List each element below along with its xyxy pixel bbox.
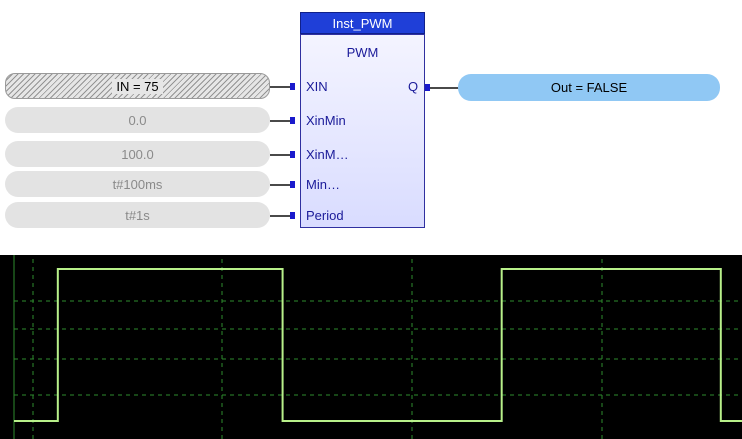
block-input-label-min-pulse: Min… bbox=[306, 177, 340, 192]
block-input-label-xinmax: XinM… bbox=[306, 147, 349, 162]
function-block-body[interactable] bbox=[300, 34, 425, 228]
wire-period bbox=[270, 215, 292, 217]
input-value-min-pulse[interactable]: t#100ms bbox=[5, 171, 270, 197]
pin-xinmax[interactable] bbox=[290, 151, 295, 158]
signal-scope bbox=[0, 255, 742, 439]
pin-min-pulse[interactable] bbox=[290, 181, 295, 188]
scope-trace-series-0 bbox=[14, 268, 742, 422]
function-block-instance-name[interactable]: Inst_PWM bbox=[300, 12, 425, 34]
output-value-out[interactable]: Out = FALSE bbox=[458, 74, 720, 101]
block-input-label-xin: XIN bbox=[306, 79, 328, 94]
wire-q bbox=[430, 87, 460, 89]
block-input-label-xinmin: XinMin bbox=[306, 113, 346, 128]
pin-xin[interactable] bbox=[290, 83, 295, 90]
wire-xinmin bbox=[270, 120, 292, 122]
diagram-canvas: IN = 75 0.0 100.0 t#100ms t#1s Inst_PWM … bbox=[0, 0, 742, 439]
function-block-type: PWM bbox=[346, 45, 379, 60]
pin-period[interactable] bbox=[290, 212, 295, 219]
input-value-xin-text: IN = 75 bbox=[112, 78, 163, 94]
block-output-label-q: Q bbox=[408, 79, 419, 94]
scope-plot bbox=[13, 255, 742, 439]
input-value-xin[interactable]: IN = 75 bbox=[5, 73, 270, 99]
block-input-label-period: Period bbox=[306, 208, 344, 223]
pin-xinmin[interactable] bbox=[290, 117, 295, 124]
input-value-xinmin[interactable]: 0.0 bbox=[5, 107, 270, 133]
wire-xinmax bbox=[270, 154, 292, 156]
wire-min-pulse bbox=[270, 184, 292, 186]
input-value-xinmax[interactable]: 100.0 bbox=[5, 141, 270, 167]
wire-xin bbox=[270, 86, 292, 88]
input-value-period[interactable]: t#1s bbox=[5, 202, 270, 228]
